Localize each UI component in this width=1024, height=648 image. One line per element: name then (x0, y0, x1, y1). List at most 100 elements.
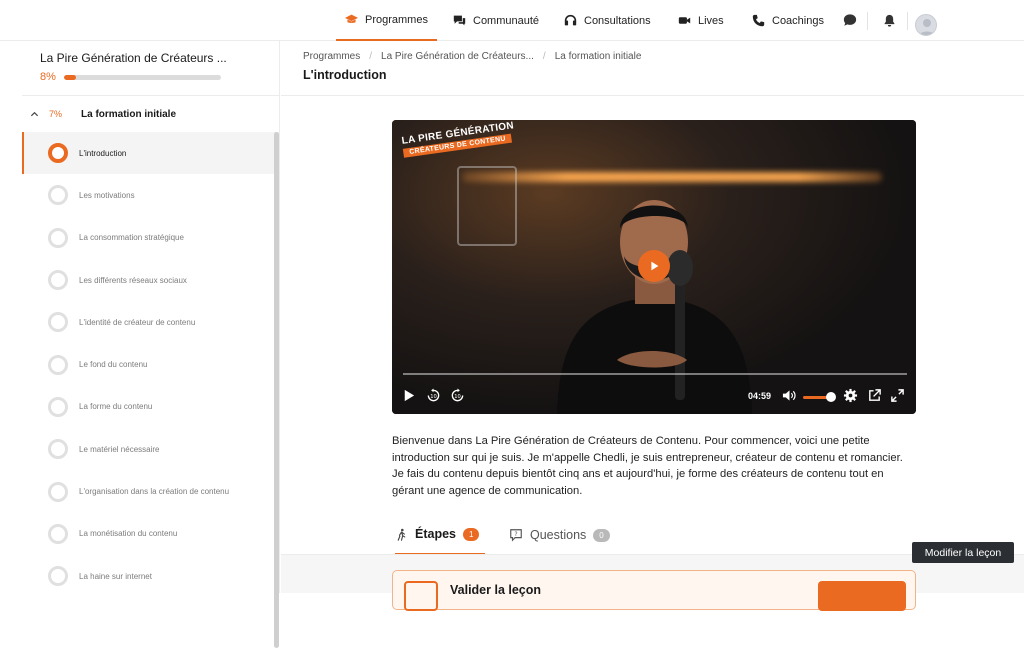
lesson-header: Programmes / La Pire Génération de Créat… (281, 41, 1024, 96)
fullscreen-icon (891, 389, 904, 402)
tab-count-badge: 1 (463, 527, 480, 541)
lesson-status-icon (48, 396, 68, 417)
lesson-main: Programmes / La Pire Génération de Créat… (281, 41, 1024, 611)
play-button-large[interactable] (638, 250, 670, 282)
breadcrumb-separator: / (369, 51, 373, 62)
section-title: La formation initiale (81, 108, 177, 120)
sidebar-scrollbar[interactable] (274, 132, 279, 648)
nav-communaute[interactable]: Communauté (453, 0, 539, 41)
lesson-item[interactable]: L'organisation dans la création de conte… (22, 470, 279, 512)
section-progress-label: 7% (49, 109, 63, 119)
nav-consultations[interactable]: Consultations (564, 0, 651, 41)
lesson-status-icon (48, 143, 68, 164)
lesson-item[interactable]: La forme du contenu (22, 386, 279, 428)
chat-bubbles-icon (453, 15, 466, 26)
settings-button[interactable] (843, 388, 858, 403)
lesson-label: Les motivations (79, 190, 135, 200)
tab-count-badge: 0 (593, 528, 610, 542)
lesson-tabs: Étapes 1 ? Questions 0 (392, 515, 916, 555)
message-icon[interactable] (842, 12, 858, 28)
lesson-item[interactable]: L'introduction (22, 132, 279, 175)
lesson-status-icon (48, 227, 68, 248)
breadcrumb-course[interactable]: La Pire Génération de Créateurs... (381, 51, 534, 62)
lesson-item[interactable]: La consommation stratégique (22, 217, 279, 259)
lesson-label: La forme du contenu (79, 402, 153, 412)
page-title: L'introduction (303, 68, 387, 82)
lesson-label: Le matériel nécessaire (79, 444, 160, 454)
rewind-10-icon: 10 (427, 388, 440, 402)
nav-coachings[interactable]: Coachings (752, 0, 824, 41)
headset-icon (564, 14, 577, 26)
course-progress-fill (63, 74, 77, 80)
lesson-description: Bienvenue dans La Pire Génération de Cré… (392, 435, 903, 497)
avatar[interactable] (915, 14, 937, 36)
nav-label: Consultations (584, 14, 651, 27)
phone-icon (752, 14, 765, 27)
play-icon (404, 389, 415, 402)
breadcrumb-programmes[interactable]: Programmes (303, 51, 360, 62)
video-progress-bar[interactable] (403, 373, 907, 375)
course-header: La Pire Génération de Créateurs ... 8% (22, 41, 279, 96)
svg-text:10: 10 (430, 394, 437, 400)
top-navigation: Programmes Communauté Consultations Live… (0, 0, 1024, 41)
play-button[interactable] (401, 388, 416, 403)
popout-button[interactable] (867, 388, 882, 403)
video-time: 04:59 (748, 391, 772, 401)
forward-10-icon: 10 (451, 388, 464, 402)
section-header[interactable]: 7% La formation initiale (22, 96, 279, 132)
mute-button[interactable] (782, 388, 797, 403)
breadcrumb: Programmes / La Pire Génération de Créat… (303, 51, 1024, 62)
fullscreen-button[interactable] (890, 388, 905, 403)
bell-icon[interactable] (881, 12, 897, 28)
course-progress-label: 8% (40, 71, 56, 83)
course-progress: 8% (40, 71, 279, 83)
nav-label: Programmes (365, 13, 428, 26)
lesson-item[interactable]: Les motivations (22, 174, 279, 216)
tab-label: Questions (530, 528, 587, 542)
tab-questions[interactable]: ? Questions 0 (509, 515, 610, 555)
volume-slider-handle[interactable] (826, 392, 836, 402)
lesson-label: L'organisation dans la création de conte… (79, 487, 230, 497)
validate-lesson-button[interactable] (818, 581, 906, 611)
lesson-item[interactable]: La monétisation du contenu (22, 513, 279, 555)
nav-lives[interactable]: Lives (678, 0, 724, 41)
rewind-10-button[interactable]: 10 (426, 388, 441, 403)
lesson-item[interactable]: La haine sur internet (22, 555, 279, 597)
lesson-status-icon (48, 312, 68, 333)
lesson-status-icon (48, 523, 68, 544)
volume-icon (782, 390, 796, 401)
edit-lesson-button[interactable]: Modifier la leçon (912, 542, 1014, 563)
forward-10-button[interactable]: 10 (450, 388, 465, 403)
nav-divider (867, 12, 868, 30)
svg-text:10: 10 (454, 394, 461, 400)
lesson-label: Le fond du contenu (79, 360, 148, 370)
svg-text:?: ? (514, 531, 517, 538)
validate-lesson-title: Valider la leçon (450, 583, 542, 597)
lesson-item[interactable]: Le matériel nécessaire (22, 428, 279, 470)
lesson-status-icon (48, 566, 68, 587)
lesson-status-icon (48, 439, 68, 460)
nav-label: Coachings (772, 14, 824, 27)
checklist-icon (404, 581, 438, 611)
play-icon (651, 261, 659, 271)
lesson-item[interactable]: Les différents réseaux sociaux (22, 259, 279, 301)
nav-label: Lives (698, 14, 724, 27)
lesson-label: La haine sur internet (79, 571, 152, 581)
question-bubble-icon: ? (510, 529, 522, 542)
nav-programmes[interactable]: Programmes (336, 0, 437, 41)
validate-lesson-card: Valider la leçon (392, 570, 916, 611)
tab-etapes[interactable]: Étapes 1 (395, 515, 486, 555)
course-sidebar: La Pire Génération de Créateurs ... 8% 7… (22, 41, 280, 648)
lesson-status-icon (48, 185, 68, 206)
lesson-item[interactable]: Le fond du contenu (22, 343, 279, 385)
video-player[interactable]: LA PIRE GÉNÉRATION CRÉATEURS DE CONTENU … (392, 120, 916, 414)
lesson-list: L'introduction Les motivations La consomma… (22, 132, 279, 648)
lesson-item[interactable]: L'identité de créateur de contenu (22, 301, 279, 343)
lesson-label: La monétisation du contenu (79, 529, 178, 539)
course-progress-bar (63, 74, 221, 80)
lesson-label: L'introduction (79, 148, 127, 158)
gear-icon (843, 388, 858, 403)
lesson-label: Les différents réseaux sociaux (79, 275, 187, 285)
breadcrumb-section[interactable]: La formation initiale (555, 51, 642, 62)
course-title[interactable]: La Pire Génération de Créateurs ... (40, 51, 279, 65)
